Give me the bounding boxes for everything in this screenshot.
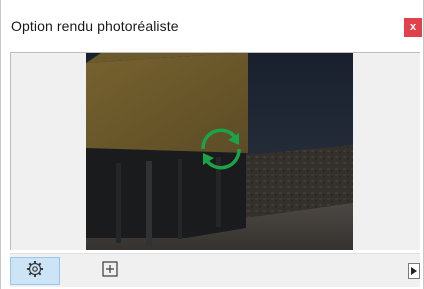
settings-button[interactable] bbox=[10, 257, 60, 285]
crop-frame-button[interactable] bbox=[85, 257, 135, 285]
render-preview-area bbox=[10, 52, 420, 250]
close-button[interactable]: x bbox=[404, 18, 422, 37]
gear-icon bbox=[26, 260, 44, 283]
dialog-window: Option rendu photoréaliste x bbox=[0, 0, 424, 289]
triangle-right-icon bbox=[411, 262, 417, 280]
window-title: Option rendu photoréaliste bbox=[11, 18, 179, 34]
loading-spinner-icon bbox=[195, 123, 247, 180]
title-bar[interactable]: Option rendu photoréaliste x bbox=[1, 10, 424, 44]
bottom-toolbar bbox=[10, 253, 420, 287]
crop-frame-icon bbox=[101, 260, 119, 283]
expand-panel-button[interactable] bbox=[408, 263, 420, 279]
